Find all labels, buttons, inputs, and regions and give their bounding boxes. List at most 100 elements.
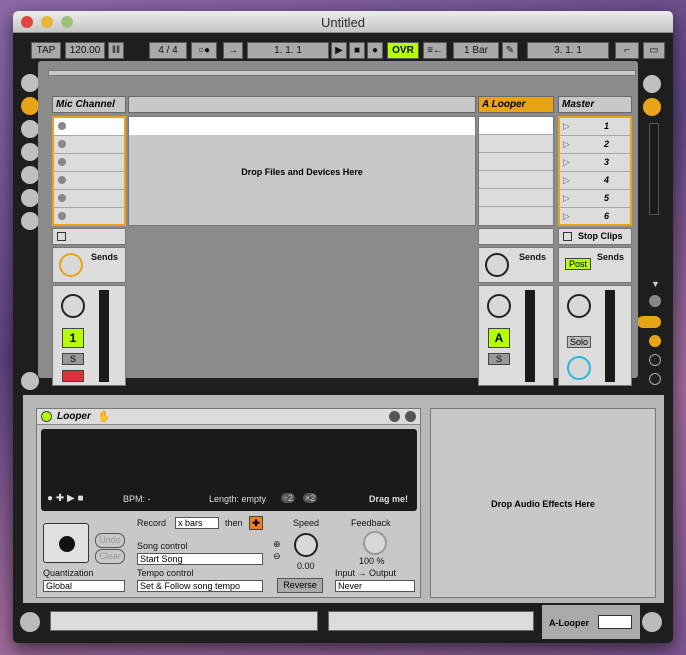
metronome-icon[interactable]: ○● — [191, 42, 217, 59]
transport-icons[interactable]: ● ✚ ▶ ■ — [47, 493, 83, 504]
track-activator[interactable]: 1 — [62, 328, 84, 348]
solo-button[interactable]: S — [62, 353, 84, 365]
drag-me[interactable]: Drag me! — [369, 494, 408, 504]
hotswap-icon[interactable] — [21, 212, 39, 230]
reverse-button[interactable]: Reverse — [277, 578, 323, 593]
pan-knob[interactable] — [61, 294, 85, 318]
follow-icon[interactable]: → — [223, 42, 243, 59]
automation-icon[interactable]: ≡← — [423, 42, 447, 59]
play-icon[interactable]: ▶ — [331, 42, 347, 59]
volume-meter[interactable] — [605, 290, 615, 382]
scene-launch[interactable]: ▷ 5 — [560, 190, 630, 208]
undo-button[interactable]: Undo — [95, 533, 125, 548]
live-devices-icon[interactable] — [21, 97, 39, 115]
midi-icon[interactable]: ▭ — [643, 42, 665, 59]
hotswap-icon[interactable] — [389, 411, 400, 422]
stop-icon[interactable]: ■ — [349, 42, 365, 59]
plugins-icon[interactable] — [21, 120, 39, 138]
scene-launch[interactable]: ▷ 3 — [560, 154, 630, 172]
tempo-field[interactable]: 120.00 — [65, 42, 105, 59]
delay-icon[interactable] — [649, 354, 661, 366]
double-button[interactable]: ×2 — [303, 493, 318, 503]
clip-slot[interactable] — [479, 135, 553, 153]
clip-slot[interactable] — [54, 208, 124, 226]
solo-button[interactable]: S — [488, 353, 510, 365]
arrangement-view-icon[interactable] — [643, 98, 661, 116]
mixer-icon[interactable] — [649, 335, 661, 347]
send-a-knob[interactable] — [59, 253, 83, 277]
clip-slot[interactable] — [479, 117, 553, 135]
volume-meter[interactable] — [99, 290, 109, 382]
save-preset-icon[interactable] — [405, 411, 416, 422]
solo-cue-button[interactable]: Solo — [567, 336, 591, 348]
scene-launch[interactable]: ▷ 4 — [560, 172, 630, 190]
half-button[interactable]: ÷2 — [281, 493, 295, 503]
quantization-select[interactable]: Global — [43, 580, 125, 592]
arm-button[interactable] — [62, 370, 84, 382]
volume-meter[interactable] — [525, 290, 535, 382]
audio-effects-drop-area[interactable]: Drop Audio Effects Here — [430, 408, 656, 598]
post-button[interactable]: Post — [565, 258, 591, 270]
pencil-icon[interactable]: ✎ — [502, 42, 518, 59]
places-1-icon[interactable] — [21, 143, 39, 161]
song-position-field[interactable]: 1. 1. 1 — [247, 42, 329, 59]
loop-position-field[interactable]: 3. 1. 1 — [527, 42, 609, 59]
clip-slot[interactable] — [479, 207, 553, 225]
track-selector[interactable]: A-Looper — [542, 605, 640, 639]
looper-track-header[interactable]: A Looper — [478, 96, 554, 113]
track-activator[interactable]: A — [488, 328, 510, 348]
tap-button[interactable]: TAP — [31, 42, 61, 59]
nudge-icon[interactable]: ǁǁ — [108, 42, 124, 59]
pan-knob[interactable] — [487, 294, 511, 318]
tempo-control-select[interactable]: Set & Follow song tempo — [137, 580, 263, 592]
time-signature-field[interactable]: 4 / 4 — [149, 42, 187, 59]
overview-bar[interactable] — [48, 70, 636, 76]
clip-slot[interactable] — [479, 171, 553, 189]
record-length-select[interactable]: x bars — [175, 517, 219, 529]
io-icon[interactable] — [649, 295, 661, 307]
places-3-icon[interactable] — [21, 189, 39, 207]
drop-area[interactable]: Drop Files and Devices Here — [128, 116, 476, 226]
clip-slot[interactable] — [54, 190, 124, 208]
song-control-select[interactable]: Start Song — [137, 553, 263, 565]
scene-launch[interactable]: ▷ 6 — [560, 208, 630, 226]
clip-slot[interactable] — [479, 153, 553, 171]
scene-launch[interactable]: ▷ 1 — [560, 118, 630, 136]
stop-clips-button[interactable]: Stop Clips — [558, 228, 632, 245]
waveform-display[interactable]: ● ✚ ▶ ■ BPM: - Length: empty ÷2 ×2 Drag … — [41, 429, 417, 511]
clip-slot[interactable] — [54, 118, 124, 136]
session-view-icon[interactable] — [643, 75, 661, 93]
punch-icon[interactable]: ⌐ — [615, 42, 639, 59]
clip-slot[interactable] — [54, 154, 124, 172]
multi-purpose-transport-button[interactable] — [43, 523, 89, 563]
device-on-icon[interactable] — [41, 411, 52, 422]
places-2-icon[interactable] — [21, 166, 39, 184]
master-header[interactable]: Master — [558, 96, 632, 113]
clip-slot[interactable] — [479, 189, 553, 207]
clear-button[interactable]: Clear — [95, 549, 125, 564]
pan-knob[interactable] — [567, 294, 591, 318]
scene-scrollbar[interactable] — [649, 123, 659, 215]
after-record-select[interactable]: ✚ — [249, 516, 263, 530]
scroll-down-icon[interactable]: ▼ — [651, 279, 660, 289]
browser-toggle-icon[interactable] — [21, 74, 39, 92]
cue-volume-knob[interactable] — [567, 356, 591, 380]
info-toggle-icon[interactable] — [20, 612, 40, 632]
speed-up-icon[interactable]: ⊕ — [273, 539, 281, 550]
detail-toggle-icon[interactable] — [642, 612, 662, 632]
crossfader-icon[interactable] — [649, 373, 661, 385]
scene-launch[interactable]: ▷ 2 — [560, 136, 630, 154]
send-a-knob[interactable] — [485, 253, 509, 277]
overdub-button[interactable]: OVR — [387, 42, 419, 59]
clip-slot[interactable] — [54, 136, 124, 154]
quantize-menu[interactable]: 1 Bar — [453, 42, 499, 59]
clip-slot[interactable] — [54, 172, 124, 190]
overview-icon[interactable] — [21, 372, 39, 390]
record-icon[interactable]: ● — [367, 42, 383, 59]
sends-return-icon[interactable] — [637, 316, 661, 328]
stop-clip-icon[interactable] — [57, 232, 66, 241]
speed-down-icon[interactable]: ⊖ — [273, 551, 281, 562]
mic-channel-header[interactable]: Mic Channel — [52, 96, 126, 113]
feedback-knob[interactable] — [363, 531, 387, 555]
io-select[interactable]: Never — [335, 580, 415, 592]
